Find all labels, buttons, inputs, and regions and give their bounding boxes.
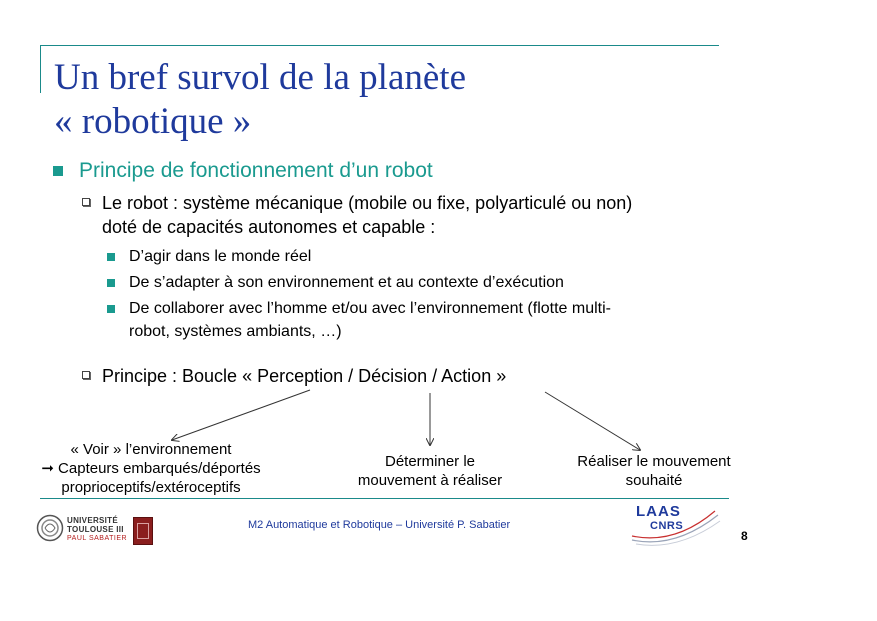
ut-logo-line-2: TOULOUSE III [67, 525, 124, 534]
university-logo: UNIVERSITÉ TOULOUSE III PAUL SABATIER [36, 510, 166, 550]
action-block: Réaliser le mouvement souhaité [554, 452, 754, 490]
decision-line-2: mouvement à réaliser [357, 472, 503, 489]
perception-line-3: proprioceptifs/extéroceptifs [61, 479, 241, 496]
perception-line-1: « Voir » l’environnement [70, 441, 232, 458]
ut-logo-line-1: UNIVERSITÉ [67, 516, 119, 525]
university-seal-icon [36, 514, 64, 542]
action-line-2: souhaité [625, 472, 683, 489]
action-line-1: Réaliser le mouvement [577, 453, 731, 470]
perception-block: « Voir » l’environnement ➞ Capteurs emba… [6, 440, 296, 497]
perception-line-2: ➞ Capteurs embarqués/déportés [41, 460, 261, 477]
arrow-perception [172, 389, 311, 440]
laas-cnrs-logo: LAAS CNRS [630, 503, 725, 548]
ut-logo-line-3: PAUL SABATIER [67, 535, 128, 542]
arrow-action [544, 391, 640, 450]
faculty-badge-icon [133, 517, 153, 545]
page-number: 8 [741, 529, 748, 543]
decision-block: Déterminer le mouvement à réaliser [330, 452, 530, 490]
decision-line-1: Déterminer le [384, 453, 476, 470]
laas-swoosh-icon [631, 510, 721, 546]
footer-rule [40, 498, 729, 499]
footer-text: M2 Automatique et Robotique – Université… [248, 519, 511, 531]
